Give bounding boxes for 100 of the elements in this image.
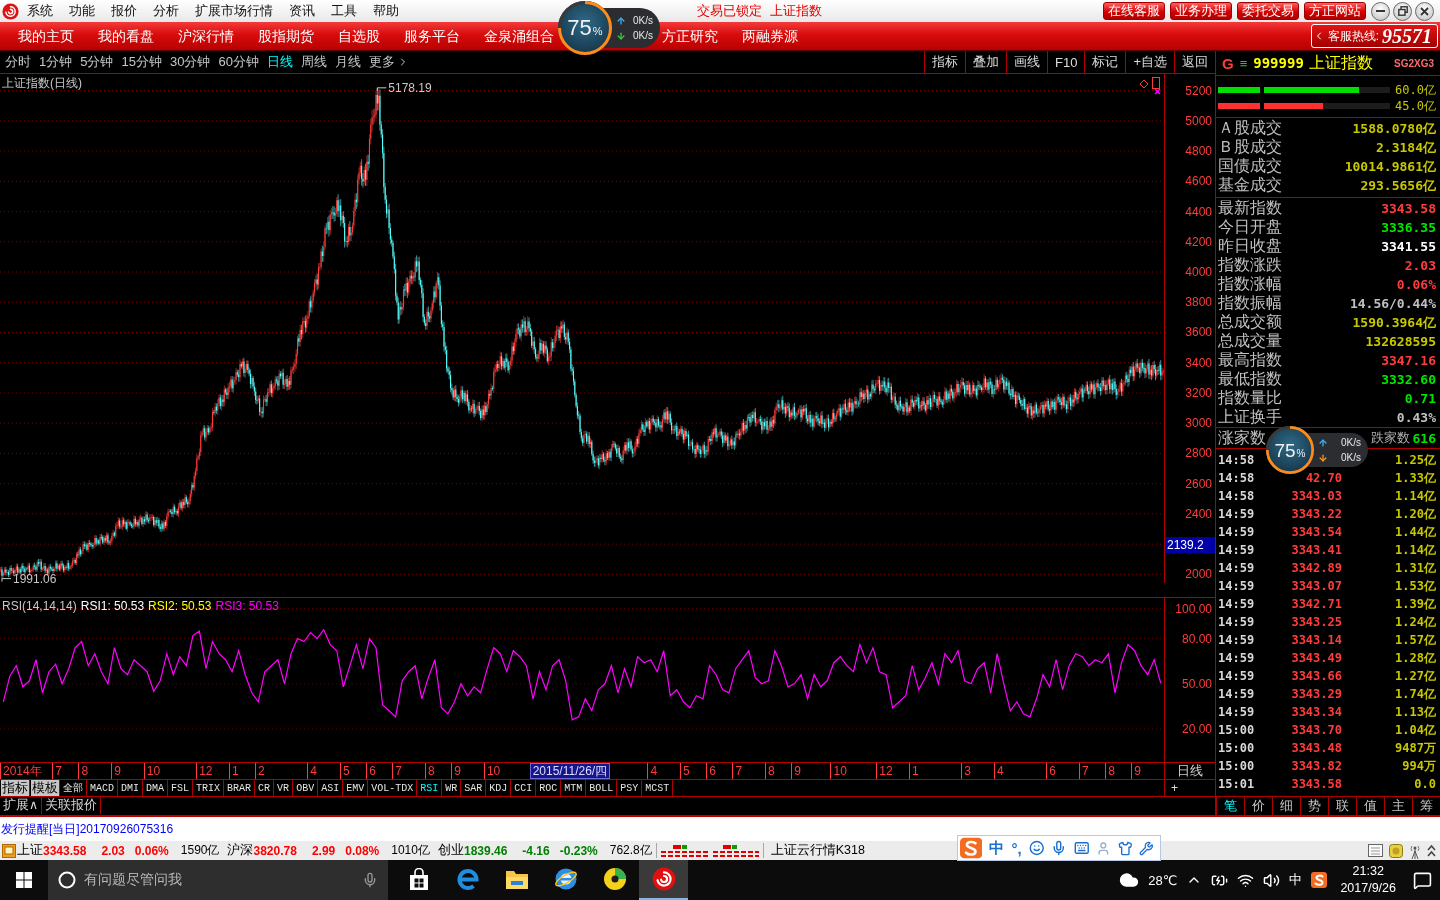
- period-tab[interactable]: 5分钟: [76, 53, 118, 71]
- nav-item[interactable]: 股指期货: [258, 22, 314, 50]
- more-link[interactable]: 更多: [364, 53, 397, 71]
- indicator-tab[interactable]: RSI: [417, 780, 443, 796]
- chart-tool-button[interactable]: F10: [1047, 51, 1085, 73]
- menu-item[interactable]: 分析: [145, 0, 187, 22]
- indicator-tab[interactable]: MACD: [87, 780, 118, 796]
- notification-icon[interactable]: [1413, 870, 1432, 890]
- tick-price: 3343.58: [1291, 777, 1342, 791]
- alert-message[interactable]: 发行提醒[当日]20170926075316: [1, 820, 174, 838]
- date-axis-label: 10: [143, 763, 161, 779]
- indicator-tab[interactable]: KDJ: [486, 780, 512, 796]
- sogou-tray-icon[interactable]: [1311, 872, 1328, 888]
- stat-label: 指数涨幅: [1218, 274, 1282, 294]
- microphone-icon[interactable]: [1051, 839, 1067, 857]
- chart-tool-button[interactable]: 指标: [924, 51, 965, 73]
- indicator-tab[interactable]: BRAR: [224, 780, 256, 796]
- search-field[interactable]: 有问题尽管问我: [48, 860, 388, 900]
- restore-button[interactable]: [1393, 1, 1412, 21]
- date-axis-label: 2: [255, 763, 265, 779]
- nav-item[interactable]: 我的看盘: [98, 22, 154, 50]
- nav-item[interactable]: 自选股: [338, 22, 380, 50]
- indicator-tab[interactable]: OBV: [293, 780, 319, 796]
- memory-gauge[interactable]: 75%: [1266, 426, 1314, 474]
- stat-value: 14.56/0.44%: [1349, 296, 1436, 311]
- arrow-up-icon: [616, 15, 626, 26]
- nav-item[interactable]: 服务平台: [404, 22, 460, 50]
- top-link-button[interactable]: 在线客服: [1103, 2, 1165, 20]
- top-link-button[interactable]: 委托交易: [1237, 2, 1299, 20]
- period-tab[interactable]: 1分钟: [35, 53, 77, 71]
- chart-tool-button[interactable]: 叠加: [965, 51, 1006, 73]
- indicator-tab[interactable]: MCST: [642, 780, 674, 796]
- period-tab[interactable]: 30分钟: [165, 53, 215, 71]
- arrow-down-icon: [616, 30, 626, 41]
- smiley-icon[interactable]: [1028, 839, 1045, 857]
- indicator-tab[interactable]: MTM: [561, 780, 587, 796]
- chart-tool-button[interactable]: 画线: [1006, 51, 1047, 73]
- indicator-tab[interactable]: CCI: [511, 780, 537, 796]
- volume-icon[interactable]: [1263, 871, 1281, 889]
- clock[interactable]: 21:32 2017/9/26: [1340, 863, 1396, 897]
- legend-label: RSI2: 50.53: [148, 599, 212, 613]
- menu-item[interactable]: 扩展市场行情: [187, 0, 281, 22]
- extra-tab[interactable]: 关联报价: [42, 797, 102, 814]
- cursor-price-label: 2139.2: [1165, 537, 1215, 554]
- period-tab[interactable]: 60分钟: [214, 53, 263, 71]
- price-annotation: 1991.06: [12, 571, 57, 586]
- menu-item[interactable]: 工具: [323, 0, 365, 22]
- indicator-tab[interactable]: FSL: [168, 780, 194, 796]
- nav-item[interactable]: 沪深行情: [178, 22, 234, 50]
- indicator-tab[interactable]: DMA: [143, 780, 169, 796]
- add-button[interactable]: +: [1165, 780, 1215, 796]
- indicator-tool-button[interactable]: 模板: [31, 780, 60, 796]
- indicator-tab[interactable]: ROC: [536, 780, 562, 796]
- close-button[interactable]: [1415, 1, 1434, 21]
- nav-item[interactable]: 金泉涌组合: [484, 22, 554, 50]
- indicator-tab[interactable]: SAR: [461, 780, 487, 796]
- menu-item[interactable]: 资讯: [281, 0, 323, 22]
- indicator-tab[interactable]: 全部: [60, 780, 87, 796]
- indicator-tab[interactable]: EMV: [343, 780, 369, 796]
- indicator-tab[interactable]: VOL-TDX: [368, 780, 418, 796]
- minimize-button[interactable]: [1371, 1, 1390, 21]
- indicator-tab[interactable]: PSY: [617, 780, 643, 796]
- extra-tab[interactable]: 扩展∧: [0, 797, 43, 814]
- indicator-tab[interactable]: ASI: [318, 780, 344, 796]
- period-tab[interactable]: 周线: [296, 53, 331, 71]
- price-axis-label: 4800: [1185, 144, 1212, 159]
- nav-item[interactable]: 方正研究: [662, 22, 718, 50]
- tick-price: 3343.14: [1291, 633, 1342, 647]
- chart-tool-button[interactable]: +自选: [1125, 51, 1174, 73]
- upload-speed: 0K/s: [1341, 436, 1361, 449]
- menu-item[interactable]: 系统: [19, 0, 61, 22]
- period-tab[interactable]: 15分钟: [117, 53, 166, 71]
- top-link-button[interactable]: 业务办理: [1170, 2, 1232, 20]
- turnover-value: 1588.0780亿: [1352, 119, 1436, 138]
- indicator-tab[interactable]: VR: [274, 780, 294, 796]
- menu-glyph[interactable]: ≡: [1239, 55, 1248, 71]
- menu-item[interactable]: 报价: [103, 0, 145, 22]
- indicator-tab[interactable]: CR: [255, 780, 275, 796]
- indicator-tab[interactable]: TRIX: [193, 780, 225, 796]
- period-tab[interactable]: 分时: [1, 53, 35, 71]
- chart-tool-button[interactable]: 标记: [1084, 51, 1126, 73]
- indicator-tab[interactable]: DMI: [118, 780, 144, 796]
- wrench-icon[interactable]: [1139, 839, 1154, 857]
- period-tab[interactable]: 日线: [262, 53, 297, 71]
- indicator-tool-button[interactable]: 指标: [1, 780, 30, 796]
- keyboard-icon[interactable]: [1073, 839, 1090, 857]
- nav-item[interactable]: 我的主页: [18, 22, 74, 50]
- nav-item[interactable]: 两融券源: [742, 22, 798, 50]
- menu-item[interactable]: 帮助: [365, 0, 407, 22]
- index-name: 创业: [437, 842, 464, 859]
- period-tab[interactable]: 月线: [330, 53, 365, 71]
- shirt-icon[interactable]: [1117, 839, 1133, 857]
- top-link-button[interactable]: 方正网站: [1304, 2, 1366, 20]
- taskbar-app-button[interactable]: [639, 860, 688, 900]
- indicator-tab[interactable]: BOLL: [586, 780, 618, 796]
- ime-punctuation-toggle[interactable]: °,: [1011, 839, 1022, 857]
- ime-mode-toggle[interactable]: 中: [989, 838, 1005, 858]
- menu-item[interactable]: 功能: [61, 0, 103, 22]
- input-mode[interactable]: 中: [1289, 871, 1303, 889]
- indicator-tab[interactable]: WR: [442, 780, 462, 796]
